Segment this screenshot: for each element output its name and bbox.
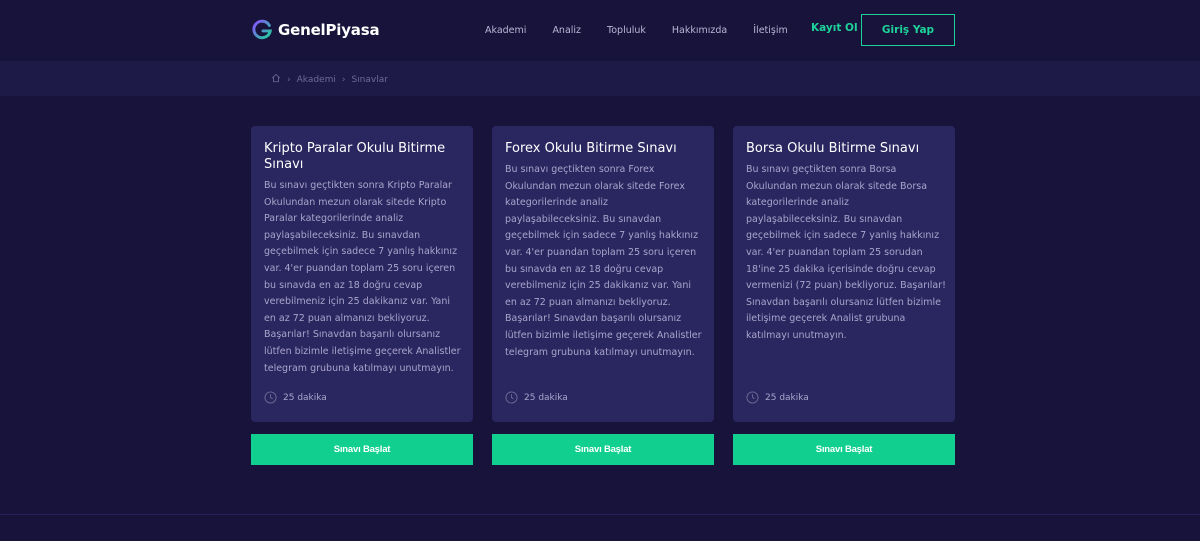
start-exam-button-forex[interactable]: Sınavı Başlat <box>492 434 714 465</box>
exam-card-title: Kripto Paralar Okulu Bitirme Sınavı <box>264 141 446 172</box>
nav-item-iletisim[interactable]: İletişim <box>753 25 788 36</box>
breadcrumb-item-sinavlar: Sınavlar <box>351 74 388 85</box>
footer-divider <box>0 514 1200 515</box>
home-icon[interactable] <box>271 73 281 86</box>
nav-item-akademi[interactable]: Akademi <box>485 25 526 36</box>
clock-icon <box>746 391 759 404</box>
exam-card-description: Bu sınavı geçtikten sonra Forex Okulunda… <box>505 164 702 358</box>
nav-item-analiz[interactable]: Analiz <box>552 25 581 36</box>
clock-icon <box>264 391 277 404</box>
exam-card-kripto: Kripto Paralar Okulu Bitirme Sınavı Bu s… <box>251 126 473 422</box>
breadcrumb: › Akademi › Sınavlar <box>271 73 388 86</box>
breadcrumb-bar: › Akademi › Sınavlar <box>0 61 1200 96</box>
exam-card-duration: 25 dakika <box>505 391 568 404</box>
register-link[interactable]: Kayıt Ol <box>811 22 858 34</box>
nav-item-topluluk[interactable]: Topluluk <box>607 25 646 36</box>
start-exam-button-kripto[interactable]: Sınavı Başlat <box>251 434 473 465</box>
exam-card-title: Forex Okulu Bitirme Sınavı <box>505 141 677 156</box>
site-header: GenelPiyasa Akademi Analiz Topluluk Hakk… <box>0 0 1200 60</box>
exam-card-duration: 25 dakika <box>746 391 809 404</box>
login-button[interactable]: Giriş Yap <box>861 14 955 46</box>
exam-card-description: Bu sınavı geçtikten sonra Kripto Paralar… <box>264 180 461 374</box>
duration-text: 25 dakika <box>283 392 327 403</box>
duration-text: 25 dakika <box>765 392 809 403</box>
main-nav: Akademi Analiz Topluluk Hakkımızda İleti… <box>485 22 814 38</box>
duration-text: 25 dakika <box>524 392 568 403</box>
breadcrumb-separator: › <box>287 74 291 85</box>
exam-card-borsa: Borsa Okulu Bitirme Sınavı Bu sınavı geç… <box>733 126 955 422</box>
exam-card-duration: 25 dakika <box>264 391 327 404</box>
breadcrumb-item-akademi[interactable]: Akademi <box>297 75 336 85</box>
exam-card-title: Borsa Okulu Bitirme Sınavı <box>746 141 920 156</box>
brand-logo-icon <box>252 19 273 40</box>
nav-item-hakkimizda[interactable]: Hakkımızda <box>672 25 727 36</box>
exam-card-forex: Forex Okulu Bitirme Sınavı Bu sınavı geç… <box>492 126 714 422</box>
brand-name: GenelPiyasa <box>278 21 380 39</box>
brand-logo[interactable]: GenelPiyasa <box>251 18 380 42</box>
breadcrumb-separator: › <box>341 74 346 85</box>
start-exam-button-borsa[interactable]: Sınavı Başlat <box>733 434 955 465</box>
exam-card-description: Bu sınavı geçtikten sonra Borsa Okulunda… <box>746 164 946 341</box>
clock-icon <box>505 391 518 404</box>
